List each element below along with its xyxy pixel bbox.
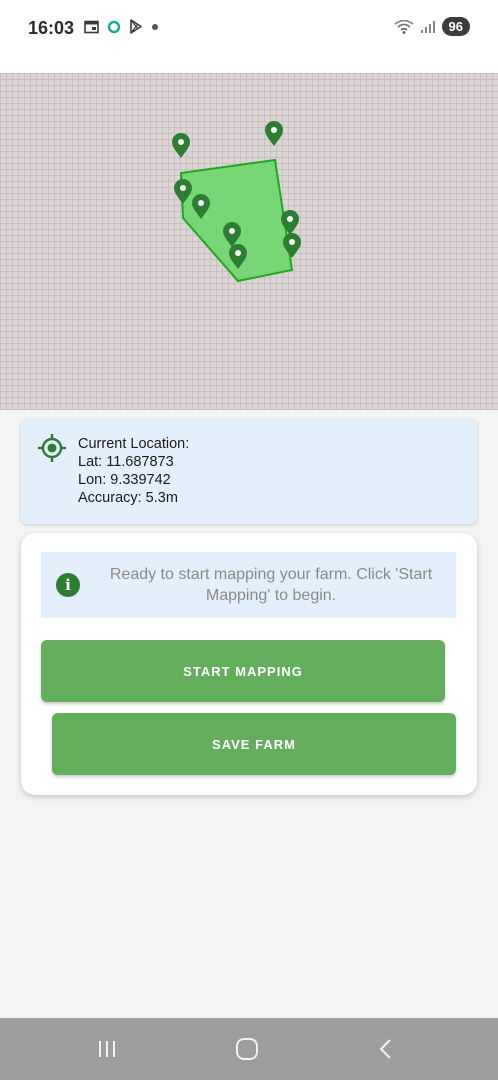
location-lon: Lon: 9.339742 — [78, 472, 171, 488]
system-icons: 96 — [393, 17, 470, 36]
status-time: 16:03 — [28, 18, 75, 38]
farm-map[interactable] — [0, 73, 498, 410]
info-icon: i — [56, 573, 80, 597]
status-bar: 16:03 96 — [0, 0, 498, 73]
info-banner: i Ready to start mapping your farm. Clic… — [41, 552, 456, 618]
info-message: Ready to start mapping your farm. Click … — [109, 566, 433, 604]
system-nav-bar — [0, 1018, 498, 1080]
wifi-icon — [393, 19, 414, 34]
play-store-icon — [130, 19, 142, 34]
map-overlay — [172, 121, 301, 283]
location-lat: Lat: 11.687873 — [78, 454, 174, 470]
mapping-controls-card: i Ready to start mapping your farm. Clic… — [21, 533, 477, 795]
back-icon[interactable] — [377, 1038, 395, 1060]
start-mapping-button[interactable]: START MAPPING — [41, 640, 445, 702]
home-icon[interactable] — [235, 1038, 259, 1060]
location-title: Current Location: — [78, 436, 190, 452]
calendar-icon — [84, 20, 99, 33]
battery-indicator: 96 — [441, 17, 470, 36]
save-farm-button[interactable]: SAVE FARM — [52, 713, 456, 775]
ring-icon — [107, 20, 121, 33]
map-marker-1[interactable] — [172, 133, 190, 158]
signal-icon — [420, 20, 435, 33]
location-accuracy: Accuracy: 5.3m — [78, 490, 178, 506]
recent-apps-icon[interactable] — [96, 1038, 118, 1060]
location-details: Current Location: Lat: 11.687873 Lon: 9.… — [78, 435, 189, 507]
notification-icons — [84, 19, 159, 34]
my-location-icon — [38, 434, 66, 462]
map-marker-2[interactable] — [265, 121, 283, 146]
current-location-card: Current Location: Lat: 11.687873 Lon: 9.… — [21, 419, 477, 524]
dot-icon — [152, 23, 158, 30]
